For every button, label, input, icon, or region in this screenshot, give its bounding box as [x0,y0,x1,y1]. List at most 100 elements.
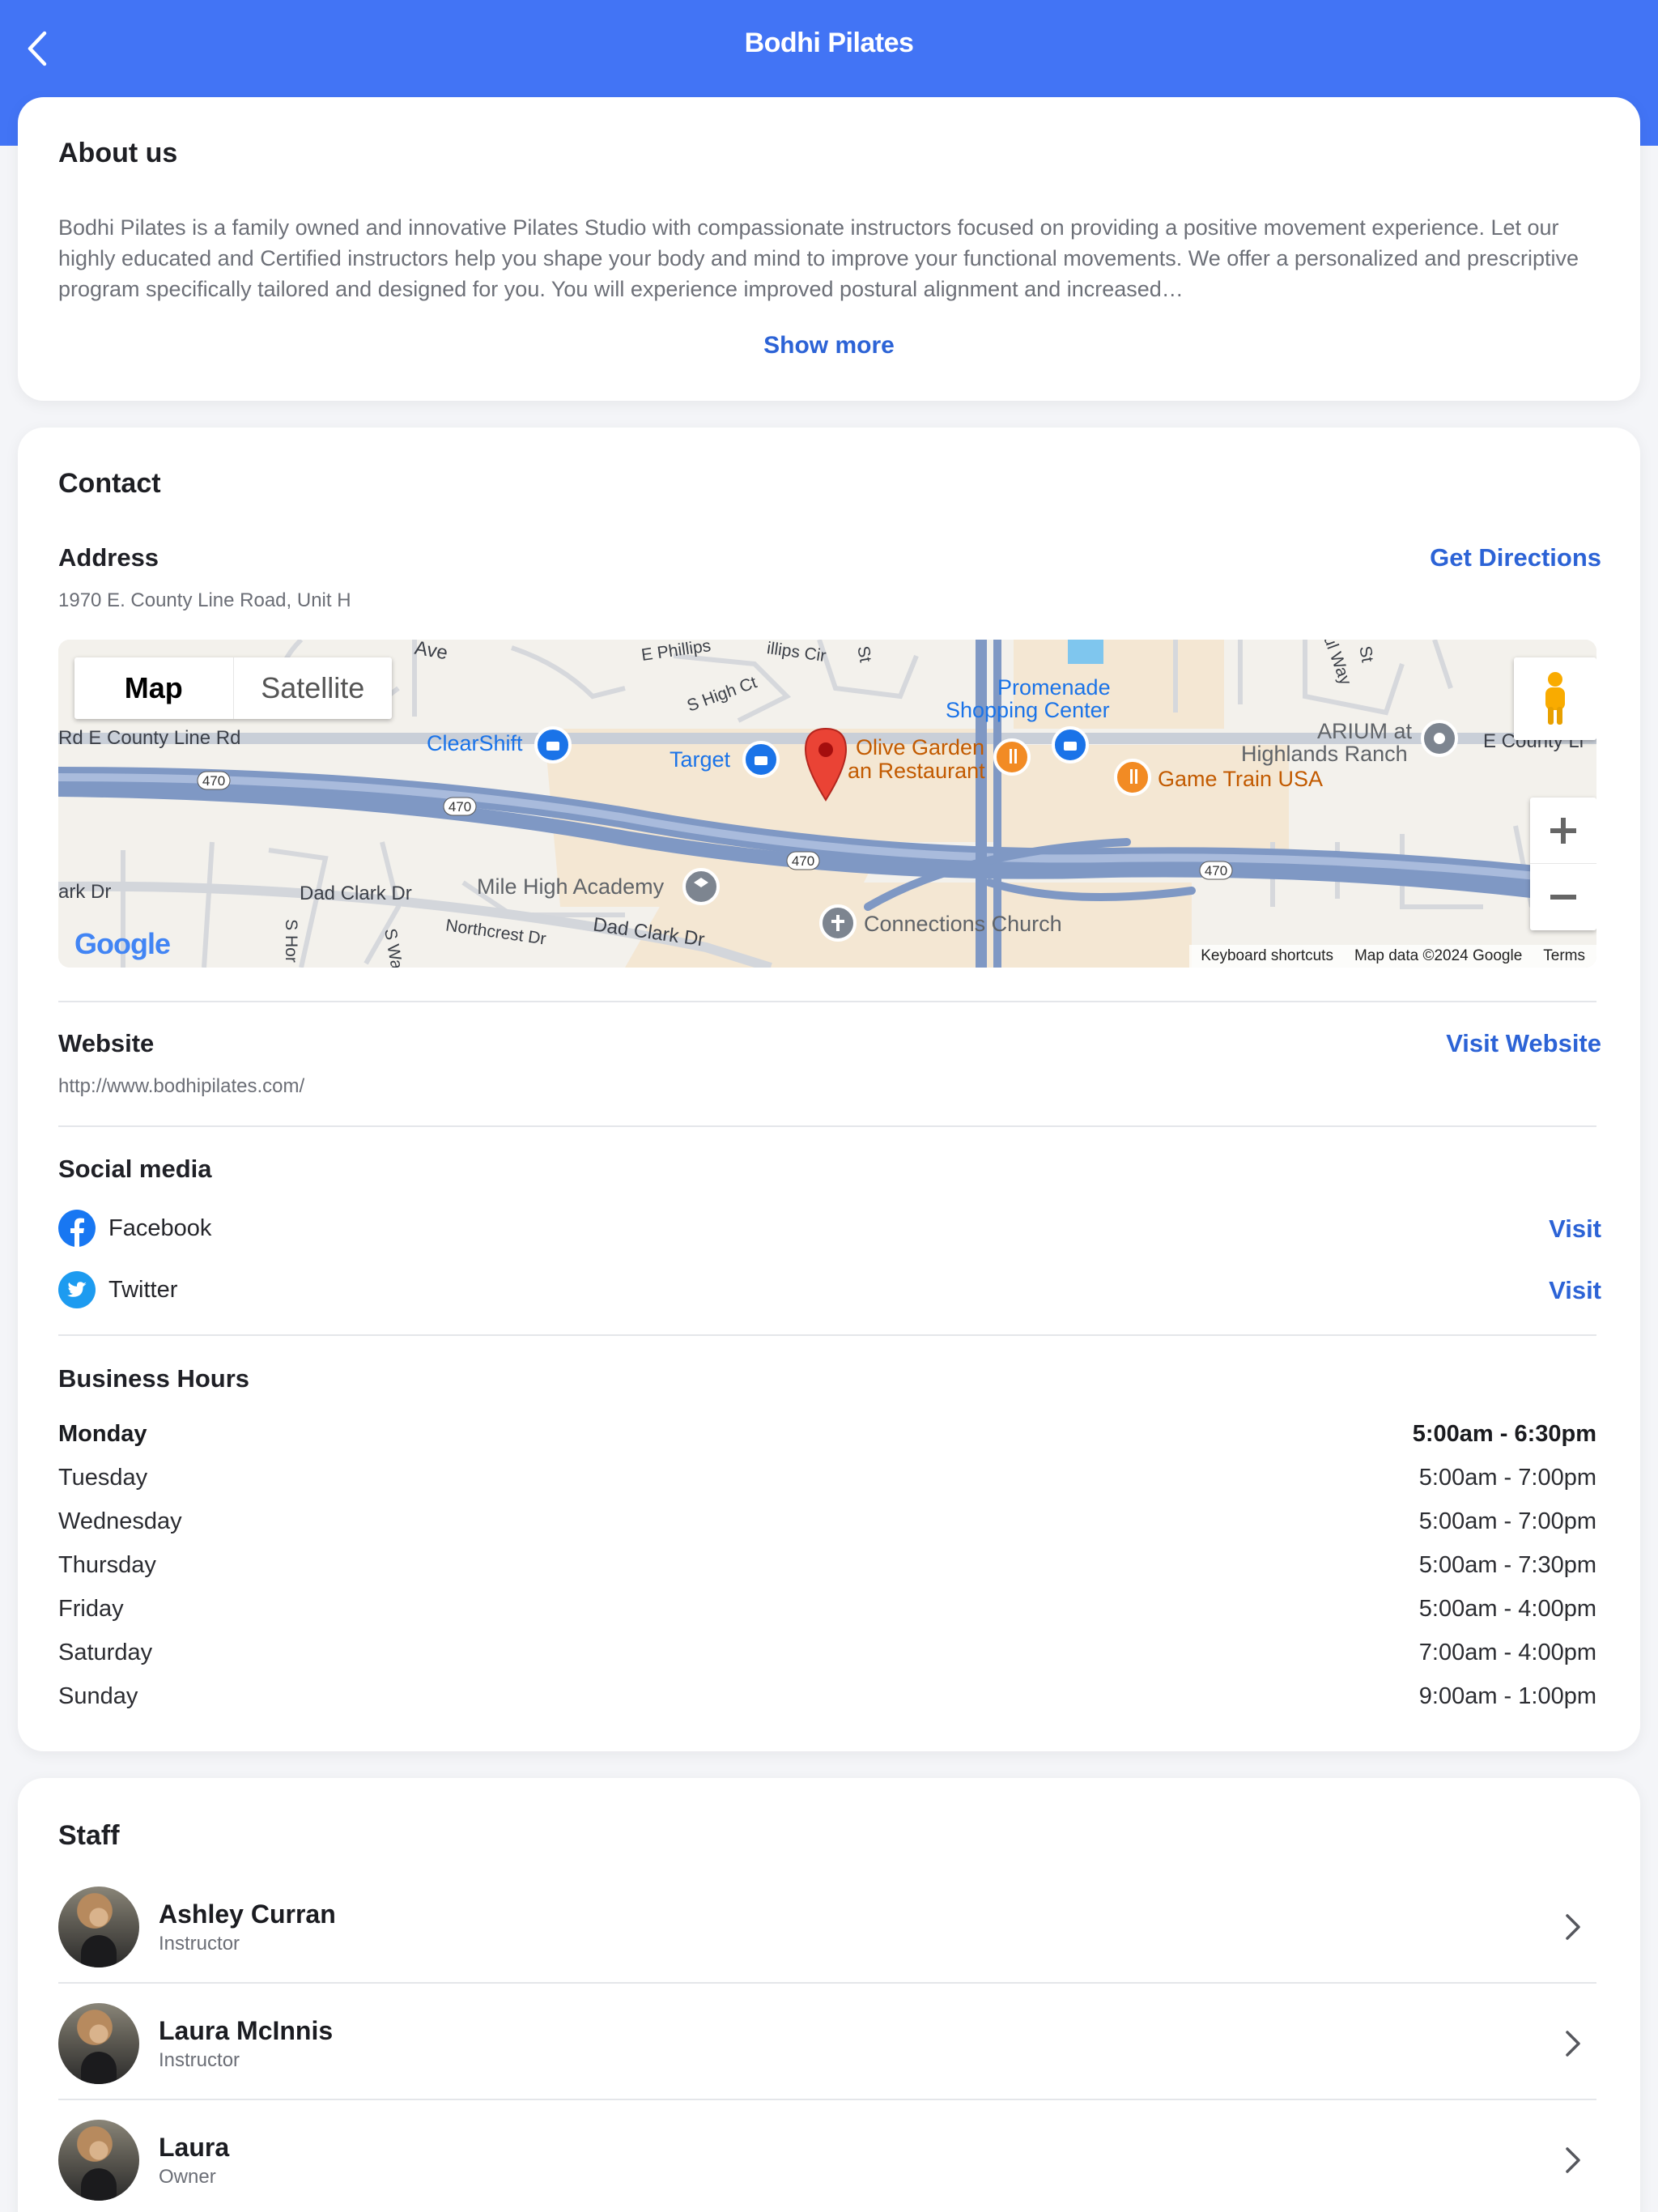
pegman-button[interactable] [1514,657,1596,740]
map-label-arium: ARIUM at [1317,719,1413,743]
hours-row-friday: Friday 5:00am - 4:00pm [58,1596,1596,1623]
business-hours-label: Business Hours [58,1364,250,1393]
staff-name: Laura McInnis [159,2015,334,2045]
visit-website-link[interactable]: Visit Website [1446,1029,1601,1058]
svg-text:470: 470 [1205,863,1227,878]
about-description: Bodhi Pilates is a family owned and inno… [58,215,1579,301]
map-label-promenade: Promenade [997,675,1111,700]
map-label-st-2: St [1355,644,1377,664]
website-value: http://www.bodhipilates.com/ [58,1075,305,1097]
hours-row-wednesday: Wednesday 5:00am - 7:00pm [58,1508,1596,1535]
map-label-s-hor: S Hor [281,919,300,963]
hours-time: 7:00am - 4:00pm [1418,1640,1596,1665]
terms-link[interactable]: Terms [1543,947,1585,965]
social-name: Facebook [108,1214,212,1241]
staff-card: Staff Ashley Curran Instructor Laura McI… [18,1778,1640,2212]
chevron-right-icon [1566,1914,1580,1940]
map-label-arium-2: Highlands Ranch [1241,742,1408,766]
map-type-map-button[interactable]: Map [74,657,233,719]
twitter-visit-link[interactable]: Visit [1549,1276,1601,1305]
hours-row-tuesday: Tuesday 5:00am - 7:00pm [58,1465,1596,1491]
facebook-icon [58,1210,96,1247]
map[interactable]: 470 470 470 470 Rd E County Line Rd E Co… [58,640,1596,968]
staff-title: Staff [58,1820,120,1851]
svg-text:470: 470 [202,773,225,789]
hours-row-sunday: Sunday 9:00am - 1:00pm [58,1683,1596,1710]
staff-row[interactable]: Laura McInnis Instructor [58,2003,1596,2084]
google-logo: Google [74,927,171,960]
keyboard-shortcuts-link[interactable]: Keyboard shortcuts [1201,947,1333,965]
hours-row-thursday: Thursday 5:00am - 7:30pm [58,1552,1596,1579]
staff-role: Owner [159,2165,216,2188]
map-label-ark-dr: ark Dr [58,881,112,903]
staff-name: Ashley Curran [159,1899,336,1929]
social-name: Twitter [108,1276,178,1303]
map-label-connections: Connections Church [864,912,1062,936]
avatar [58,2120,139,2201]
zoom-in-button[interactable] [1530,798,1596,864]
map-label-clearshift: ClearShift [427,731,523,755]
social-item-facebook: Facebook [58,1210,211,1247]
svg-text:470: 470 [792,853,814,869]
hours-time: 5:00am - 6:30pm [1412,1421,1596,1447]
show-more-button[interactable]: Show more [18,332,1640,359]
hours-day: Saturday [58,1640,153,1665]
hours-time: 5:00am - 7:30pm [1418,1552,1596,1578]
address-value: 1970 E. County Line Road, Unit H [58,589,351,611]
map-label-county-line: Rd E County Line Rd [58,727,241,749]
hours-day: Tuesday [58,1465,148,1491]
divider [58,1334,1596,1336]
hours-day: Sunday [58,1683,138,1709]
hours-time: 5:00am - 4:00pm [1418,1596,1596,1622]
staff-name: Laura [159,2132,230,2162]
twitter-icon [58,1271,96,1308]
map-label-target: Target [670,747,731,772]
hours-time: 5:00am - 7:00pm [1418,1508,1596,1534]
map-type-satellite-button[interactable]: Satellite [232,657,393,719]
social-media-label: Social media [58,1155,212,1183]
staff-row[interactable]: Laura Owner [58,2120,1596,2201]
about-card: About us Bodhi Pilates is a family owned… [18,97,1640,401]
map-label-dad-clark: Dad Clark Dr [300,883,412,904]
map-label-olive-garden: Olive Garden [856,735,985,759]
map-label-game-train: Game Train USA [1158,767,1324,791]
svg-text:470: 470 [449,799,471,815]
divider [58,1001,1596,1002]
hours-row-monday: Monday 5:00am - 6:30pm [58,1421,1596,1448]
avatar [58,2003,139,2084]
map-label-olive-garden-2: an Restaurant [848,759,985,783]
contact-card: Contact Address Get Directions 1970 E. C… [18,428,1640,1751]
address-label: Address [58,543,159,572]
hours-time: 9:00am - 1:00pm [1418,1683,1596,1709]
contact-title: Contact [58,468,161,499]
chevron-right-icon [1566,2147,1580,2173]
page-title: Bodhi Pilates [744,28,914,58]
get-directions-link[interactable]: Get Directions [1430,543,1601,572]
divider [58,2099,1596,2100]
hours-time: 5:00am - 7:00pm [1418,1465,1596,1491]
social-item-twitter: Twitter [58,1271,177,1308]
staff-row[interactable]: Ashley Curran Instructor [58,1887,1596,1967]
zoom-out-button[interactable] [1530,864,1596,930]
hours-row-saturday: Saturday 7:00am - 4:00pm [58,1640,1596,1666]
website-label: Website [58,1029,155,1057]
divider [58,1125,1596,1127]
map-data-attribution: Map data ©2024 Google [1354,947,1523,964]
map-label-mile-high: Mile High Academy [477,874,665,899]
staff-role: Instructor [159,1932,240,1955]
chevron-right-icon [1566,2031,1580,2057]
plus-icon [1550,817,1576,844]
map-type-toggle: Map Satellite [74,657,392,719]
hours-day: Monday [58,1421,147,1447]
facebook-visit-link[interactable]: Visit [1549,1214,1601,1244]
about-title: About us [58,138,178,168]
map-footer: Keyboard shortcuts Map data ©2024 Google… [1189,945,1596,968]
hours-day: Wednesday [58,1508,182,1534]
map-label-st-1: St [853,644,875,664]
divider [58,1982,1596,1984]
avatar [58,1887,139,1967]
zoom-controls [1530,798,1596,930]
map-label-promenade-2: Shopping Center [946,698,1110,722]
pegman-icon [1545,672,1565,725]
staff-role: Instructor [159,2048,240,2071]
